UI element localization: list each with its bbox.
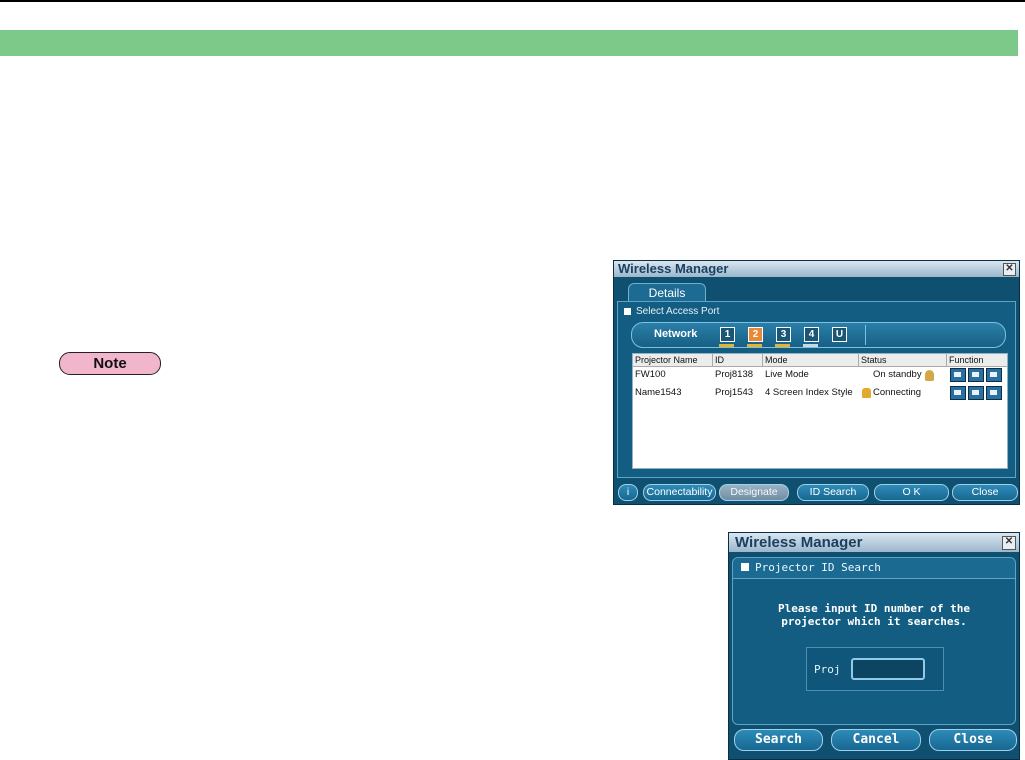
column-header-projector-name[interactable]: Projector Name: [633, 354, 713, 366]
row-projector-name: Name1543: [635, 387, 682, 398]
function-live-icon[interactable]: [950, 368, 966, 382]
close-button[interactable]: Close: [952, 484, 1018, 501]
row-id: Proj1543: [715, 387, 754, 398]
close-icon[interactable]: ✕: [1002, 536, 1016, 550]
section-checkbox: [741, 563, 749, 571]
function-settings-icon[interactable]: [986, 386, 1002, 400]
network-label: Network: [654, 328, 698, 340]
search-button[interactable]: Search: [734, 729, 823, 751]
connectability-button[interactable]: Connectability: [643, 484, 716, 501]
network-2-button[interactable]: 2: [748, 327, 763, 342]
function-settings-icon[interactable]: [986, 368, 1002, 382]
network-3-button[interactable]: 3: [776, 327, 791, 342]
instruction-message: Please input ID number of the projector …: [733, 602, 1015, 628]
designate-button[interactable]: Designate: [719, 484, 789, 501]
message-line-1: Please input ID number of the: [777, 602, 971, 615]
id-input-box: Proj: [806, 647, 944, 691]
close-button[interactable]: Close: [929, 729, 1017, 751]
note-badge: Note: [59, 352, 161, 375]
network-3-indicator: [775, 344, 790, 347]
tab-details[interactable]: Details: [628, 283, 706, 302]
bottom-button-bar: i Connectability Designate ID Search O K…: [614, 482, 1019, 502]
column-header-function[interactable]: Function: [947, 354, 1007, 366]
close-icon[interactable]: ✕: [1003, 263, 1016, 276]
function-connect-icon[interactable]: [968, 386, 984, 400]
row-mode: Live Mode: [765, 369, 809, 380]
window-title: Wireless Manager: [618, 261, 729, 276]
section-title: Projector ID Search: [755, 561, 881, 574]
checkbox-box[interactable]: [624, 307, 631, 315]
ok-button[interactable]: O K: [874, 484, 949, 501]
wireless-manager-id-search-window: Wireless Manager ✕ Projector ID Search P…: [728, 532, 1020, 760]
select-access-port-label: Select Access Port: [636, 306, 720, 317]
projector-id-input[interactable]: [851, 658, 925, 680]
function-disconnect-icon[interactable]: [950, 386, 966, 400]
network-separator: [865, 325, 866, 345]
id-search-button[interactable]: ID Search: [797, 484, 869, 501]
person-icon: [925, 370, 934, 381]
lock-icon: [862, 388, 871, 398]
row-id: Proj8138: [715, 369, 754, 380]
network-4-indicator: [803, 344, 818, 347]
network-u-button[interactable]: U: [832, 327, 847, 342]
proj-prefix-label: Proj: [814, 663, 841, 676]
message-line-2: projector which it searches.: [781, 615, 967, 628]
function-connect-icon[interactable]: [968, 368, 984, 382]
select-access-port-checkbox[interactable]: Select Access Port: [624, 306, 719, 317]
top-rule: [0, 0, 1025, 2]
window-titlebar[interactable]: Wireless Manager ✕: [729, 533, 1019, 552]
window-titlebar[interactable]: Wireless Manager ✕: [614, 261, 1019, 277]
network-1-indicator: [719, 344, 734, 347]
column-header-mode[interactable]: Mode: [763, 354, 859, 366]
column-header-status[interactable]: Status: [859, 354, 947, 366]
projector-table: Projector Name ID Mode Status Function F…: [632, 353, 1008, 469]
row-status: On standby: [873, 369, 922, 380]
id-search-panel: Projector ID Search Please input ID numb…: [732, 557, 1016, 725]
section-header: Projector ID Search: [733, 558, 1015, 579]
row-mode: 4 Screen Index Style: [765, 387, 853, 398]
section-header-bar: [0, 30, 1018, 56]
window-title: Wireless Manager: [735, 534, 863, 551]
row-status: Connecting: [873, 387, 922, 398]
network-bar: Network 1 2 3 4 U: [631, 322, 1006, 348]
row-projector-name: FW100: [635, 369, 666, 380]
network-1-button[interactable]: 1: [720, 327, 735, 342]
column-header-id[interactable]: ID: [713, 354, 763, 366]
network-4-button[interactable]: 4: [804, 327, 819, 342]
details-panel: Select Access Port Network 1 2 3 4 U Pro…: [617, 301, 1016, 478]
cancel-button[interactable]: Cancel: [831, 729, 921, 751]
network-2-indicator: [747, 344, 762, 347]
info-button[interactable]: i: [618, 484, 638, 501]
wireless-manager-details-window: Wireless Manager ✕ Details Select Access…: [613, 260, 1020, 505]
